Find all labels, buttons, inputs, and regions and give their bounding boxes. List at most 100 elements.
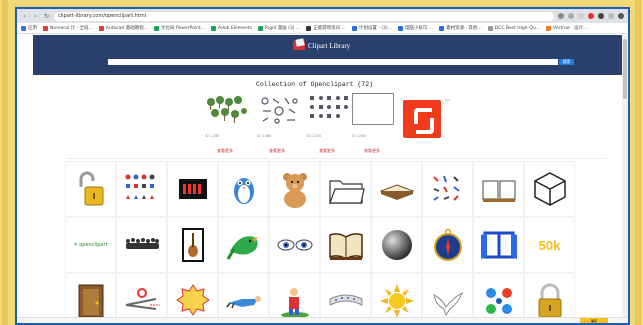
door-icon xyxy=(78,284,103,318)
preview-link[interactable]: 查看更多 xyxy=(217,148,233,154)
bookmark-icon xyxy=(43,25,48,31)
ad-logo-icon[interactable] xyxy=(403,100,441,138)
bookmark-icon xyxy=(439,25,445,31)
grid-item[interactable] xyxy=(371,217,422,273)
scroll-thumb[interactable] xyxy=(623,39,627,99)
grid-item[interactable] xyxy=(167,217,218,273)
bookmark-item[interactable]: Numeral 计 · 全班... xyxy=(43,25,93,31)
preview-trees[interactable] xyxy=(205,93,249,127)
bookmark-item[interactable]: 素材资源 · 其他... xyxy=(439,25,482,31)
bookmark-item[interactable]: 应用 xyxy=(21,25,37,31)
grid-item[interactable] xyxy=(422,161,473,217)
page-title: Collection of Openclipart (72) xyxy=(255,81,374,88)
grid-item[interactable] xyxy=(269,161,320,217)
50k-badge-icon xyxy=(175,284,210,316)
grid-item[interactable]: 50k xyxy=(524,217,575,273)
logo-text: Clipart Library xyxy=(308,41,351,50)
reload-icon[interactable]: ↻ xyxy=(43,13,50,20)
ad-badge[interactable]: Ad xyxy=(445,97,450,102)
preview-link[interactable]: 查看更多 xyxy=(364,148,380,154)
bookmark-item[interactable]: Autocad 基础教程... xyxy=(98,25,148,31)
bookmark-icon xyxy=(257,25,263,31)
grid-item[interactable] xyxy=(116,217,167,273)
guitar-frame-icon xyxy=(181,228,204,262)
grid-item[interactable] xyxy=(116,161,167,217)
grid-item[interactable] xyxy=(473,217,524,273)
profile-icon[interactable] xyxy=(608,13,614,19)
divider xyxy=(67,158,607,159)
preview-blank[interactable] xyxy=(352,93,394,125)
grid-item[interactable] xyxy=(371,161,422,217)
menu-icon[interactable] xyxy=(618,13,624,19)
url-text: clipart-library.com/openclipart.html xyxy=(58,13,147,19)
bookmark-icon xyxy=(397,25,403,31)
bookmarks-bar: 应用 Numeral 计 · 全班... Autocad 基础教程... 文化局… xyxy=(17,23,628,34)
star-icon[interactable] xyxy=(578,13,584,19)
clipart-grid: ✕ openclipart 50k xyxy=(65,161,575,323)
search-button[interactable]: 搜索 xyxy=(559,59,574,65)
browser-toolbar: ‹ › ↻ clipart-library.com/openclipart.ht… xyxy=(17,9,628,23)
browser-window: ‹ › ↻ clipart-library.com/openclipart.ht… xyxy=(15,7,630,325)
site-logo[interactable]: Clipart Library xyxy=(293,41,350,50)
preview-caption: ID: 1,085 xyxy=(257,134,272,138)
grid-item[interactable] xyxy=(218,217,269,273)
preview-link[interactable]: 查看更多 xyxy=(319,148,335,154)
preview-tools[interactable] xyxy=(257,93,301,127)
bible-icon xyxy=(328,233,363,260)
bookmark-icon xyxy=(154,25,160,31)
bookmark-item[interactable]: 电脑小技巧 ... xyxy=(397,25,433,31)
padlock-open-icon xyxy=(79,171,103,206)
preview-link[interactable]: 查看更多 xyxy=(269,148,285,154)
teddy-bear-icon xyxy=(282,173,307,208)
bookmark-item[interactable]: DCC Best High-Qu... xyxy=(487,25,540,31)
forward-icon[interactable]: › xyxy=(32,13,39,20)
search-input[interactable] xyxy=(108,59,558,65)
scrollbar[interactable] xyxy=(622,35,628,323)
share-icon[interactable] xyxy=(568,13,574,19)
logo-icon xyxy=(293,41,305,50)
grid-item[interactable] xyxy=(524,161,575,217)
back-icon[interactable]: ‹ xyxy=(21,13,28,20)
preview-caption: ID: 1,298 xyxy=(205,134,220,138)
grid-item[interactable] xyxy=(320,217,371,273)
bookmark-item[interactable]: 正版游戏资讯 ... xyxy=(306,25,346,31)
banner-icon xyxy=(329,294,362,306)
scissors-icon xyxy=(125,288,160,310)
gardener-icon xyxy=(280,288,309,318)
grid-item[interactable]: ✕ openclipart xyxy=(65,217,116,273)
grid-item[interactable] xyxy=(422,217,473,273)
bookmark-item[interactable]: 文化局 PowerPoint... xyxy=(154,25,205,31)
dove-icon xyxy=(432,291,463,317)
bookmark-item[interactable]: 计划设置 · (3)... xyxy=(351,25,392,31)
bookmark-icon xyxy=(98,25,104,31)
grid-item[interactable] xyxy=(320,161,371,217)
symbols-sheet-icon xyxy=(125,174,154,199)
preview-caption: ID: 1,200 xyxy=(307,134,322,138)
tools-sheet-icon xyxy=(432,175,460,201)
search-icon[interactable] xyxy=(558,13,564,19)
compass-icon xyxy=(433,228,462,261)
puzzle-icon[interactable] xyxy=(598,13,604,19)
consent-button[interactable]: 确定 xyxy=(580,318,608,323)
bookmark-icon xyxy=(306,25,312,31)
bookmark-item[interactable]: Vertrue · 设计... xyxy=(546,25,587,31)
bookmark-item[interactable]: Adob Elements xyxy=(211,25,252,31)
grid-item[interactable] xyxy=(473,161,524,217)
sphere-icon xyxy=(381,230,412,260)
extension-icon[interactable] xyxy=(588,13,594,19)
penguin-icon xyxy=(233,178,254,204)
grid-item[interactable] xyxy=(167,161,218,217)
book-icon xyxy=(482,180,515,202)
bookmark-icon xyxy=(351,25,357,31)
bookmark-item[interactable]: Rigid 漫画 (3) ... xyxy=(257,25,300,31)
bookmark-icon xyxy=(487,25,493,31)
grid-item[interactable] xyxy=(269,217,320,273)
cube-icon xyxy=(533,172,566,206)
preview-symbols[interactable] xyxy=(307,93,351,127)
address-bar[interactable]: clipart-library.com/openclipart.html xyxy=(54,11,554,21)
50k-text: 50k xyxy=(538,237,561,253)
grid-item[interactable] xyxy=(65,161,116,217)
grid-item[interactable] xyxy=(218,161,269,217)
symbols-icon xyxy=(310,96,348,118)
bookmark-icon xyxy=(211,25,217,31)
